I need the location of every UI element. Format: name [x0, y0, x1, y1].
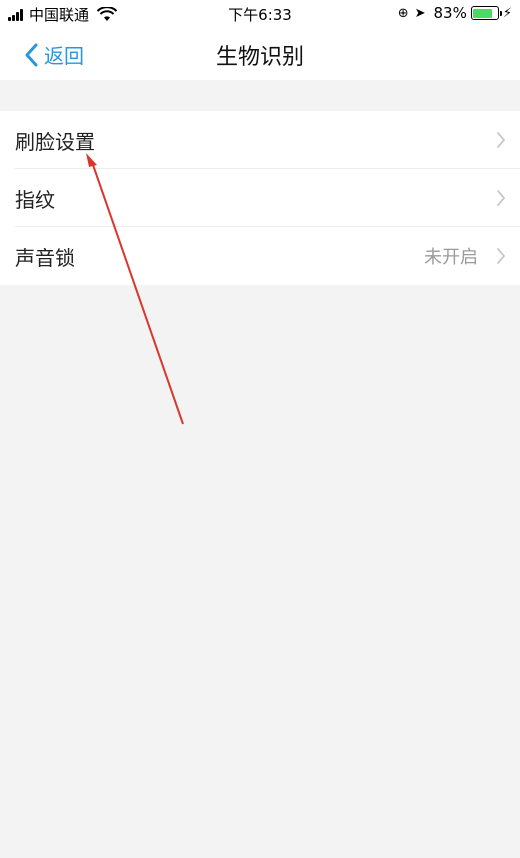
status-bar: 中国联通 下午6:33 ⊕ ➤ 83% ⚡: [0, 0, 520, 28]
location-icon: ➤: [414, 5, 426, 21]
chevron-right-icon: [497, 190, 505, 206]
screen-lock-icon: ⊕: [397, 5, 409, 21]
list-item-label: 指纹: [15, 187, 55, 212]
battery-percent: 83%: [433, 4, 467, 22]
status-right: ⊕ ➤ 83% ⚡: [392, 4, 512, 22]
list-item-fingerprint[interactable]: 指纹: [0, 169, 520, 227]
chevron-right-icon: [497, 248, 505, 264]
navigation-bar: 返回 生物识别: [0, 28, 520, 80]
list-item-voice-lock[interactable]: 声音锁 未开启: [0, 227, 520, 285]
list-item-label: 声音锁: [15, 245, 75, 270]
settings-list: 刷脸设置 指纹 声音锁 未开启: [0, 111, 520, 285]
list-item-face-settings[interactable]: 刷脸设置: [0, 111, 520, 169]
battery-icon: [470, 6, 502, 20]
chevron-right-icon: [497, 132, 505, 148]
page-title: 生物识别: [215, 45, 304, 70]
charging-icon: ⚡: [502, 5, 512, 21]
list-item-label: 刷脸设置: [15, 129, 95, 154]
list-item-value: 未开启: [424, 247, 478, 268]
